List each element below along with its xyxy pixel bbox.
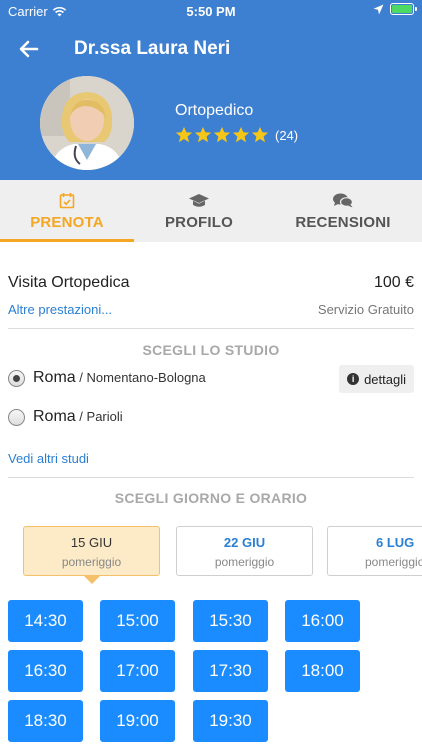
visit-title: Visita Ortopedica bbox=[8, 274, 130, 291]
date-card[interactable]: 6 LUG pomeriggio bbox=[327, 526, 422, 576]
date-label: 6 LUG bbox=[376, 535, 415, 550]
choose-date-time-title: SCEGLI GIORNO E ORARIO bbox=[114, 490, 308, 506]
choose-studio-title: SCEGLI LO STUDIO bbox=[142, 342, 280, 358]
time-slot[interactable]: 19:00 bbox=[100, 700, 175, 742]
tab-prenota[interactable]: PRENOTA bbox=[0, 180, 134, 242]
calendar-check-icon bbox=[59, 193, 75, 209]
time-slot[interactable]: 15:00 bbox=[100, 600, 175, 642]
date-card[interactable]: 15 GIU pomeriggio bbox=[23, 526, 160, 584]
studio-city: Roma bbox=[33, 408, 76, 425]
details-button[interactable]: i dettagli bbox=[339, 365, 414, 393]
divider bbox=[8, 477, 414, 478]
rating-count: (24) bbox=[275, 127, 299, 143]
studio-zone: / Nomentano-Bologna bbox=[75, 370, 206, 385]
star-icon bbox=[213, 126, 231, 143]
studio-option-parioli[interactable]: Roma / Parioli bbox=[8, 408, 123, 426]
status-bar: Carrier 5:50 PM bbox=[0, 0, 422, 22]
tab-label: RECENSIONI bbox=[295, 213, 391, 231]
radio-button[interactable] bbox=[8, 369, 25, 387]
studio-zone: / Parioli bbox=[75, 409, 123, 424]
profile-tabs: PRENOTA PROFILO RECENSIONI bbox=[0, 180, 422, 242]
time-slot[interactable]: 15:30 bbox=[193, 600, 268, 642]
graduation-cap-icon bbox=[189, 193, 209, 207]
date-label: 22 GIU bbox=[223, 535, 266, 550]
doctor-name: Dr.ssa Laura Neri bbox=[74, 38, 231, 59]
doctor-header: Carrier 5:50 PM Dr.ssa Laura Neri Ortope… bbox=[0, 0, 422, 180]
studio-option-nomentano[interactable]: Roma / Nomentano-Bologna bbox=[8, 369, 206, 387]
status-icons bbox=[373, 3, 417, 15]
battery-icon bbox=[390, 3, 417, 15]
details-label: dettagli bbox=[364, 371, 406, 387]
time-slot[interactable]: 18:30 bbox=[8, 700, 83, 742]
time-slot[interactable]: 17:30 bbox=[193, 650, 268, 692]
date-period: pomeriggio bbox=[214, 555, 275, 569]
chat-bubbles-icon bbox=[333, 193, 354, 208]
info-icon: i bbox=[347, 373, 360, 385]
doctor-avatar bbox=[40, 76, 134, 170]
tab-label: PROFILO bbox=[164, 213, 234, 231]
date-label: 15 GIU bbox=[70, 535, 113, 550]
time-slot[interactable]: 18:00 bbox=[285, 650, 360, 692]
doctor-specialty: Ortopedico bbox=[175, 102, 254, 119]
date-card[interactable]: 22 GIU pomeriggio bbox=[176, 526, 313, 576]
back-button[interactable] bbox=[16, 36, 42, 62]
clock: 5:50 PM bbox=[186, 4, 236, 19]
tab-profilo[interactable]: PROFILO bbox=[134, 180, 264, 242]
arrow-left-icon bbox=[19, 40, 39, 58]
time-slot[interactable]: 17:00 bbox=[100, 650, 175, 692]
divider bbox=[8, 328, 414, 329]
date-period: pomeriggio bbox=[61, 555, 122, 569]
time-slot[interactable]: 16:30 bbox=[8, 650, 83, 692]
more-studios-link[interactable]: Vedi altri studi bbox=[8, 451, 89, 466]
star-icon bbox=[175, 126, 193, 143]
studio-city: Roma bbox=[33, 369, 76, 386]
tab-label: PRENOTA bbox=[30, 213, 104, 231]
visit-price: 100 € bbox=[373, 274, 414, 291]
radio-button[interactable] bbox=[8, 408, 25, 426]
time-slot[interactable]: 14:30 bbox=[8, 600, 83, 642]
tab-recensioni[interactable]: RECENSIONI bbox=[264, 180, 422, 242]
star-icon bbox=[232, 126, 250, 143]
time-slot[interactable]: 16:00 bbox=[285, 600, 360, 642]
location-arrow-icon bbox=[373, 4, 384, 14]
rating-stars: (24) bbox=[175, 126, 298, 144]
date-period: pomeriggio bbox=[365, 555, 422, 569]
star-icon bbox=[194, 126, 212, 143]
service-note: Servizio Gratuito bbox=[317, 302, 414, 317]
star-icon bbox=[251, 126, 269, 143]
time-slot[interactable]: 19:30 bbox=[193, 700, 268, 742]
